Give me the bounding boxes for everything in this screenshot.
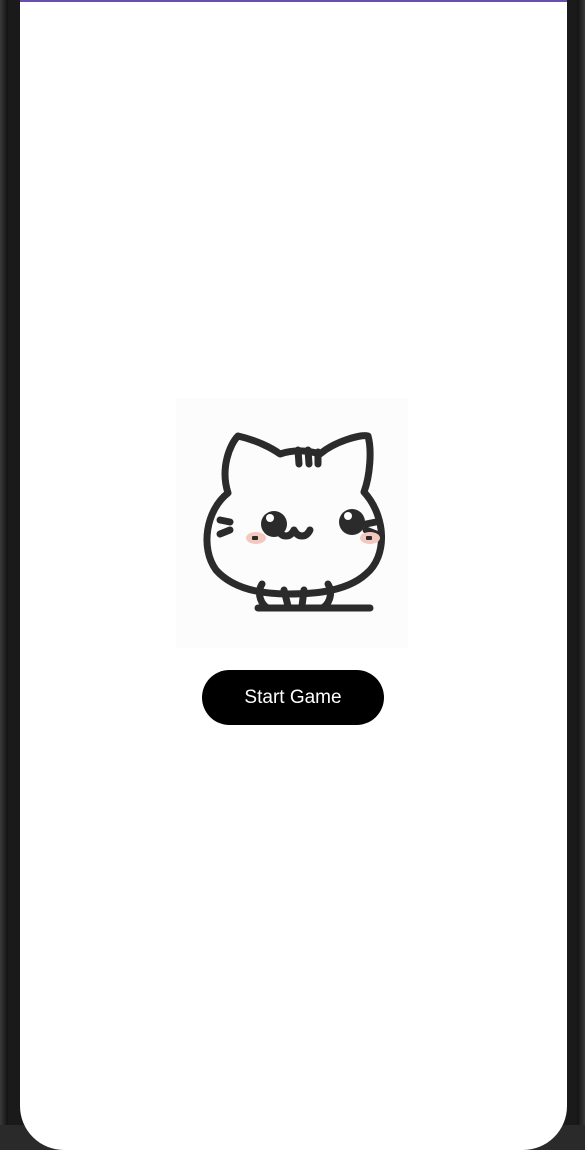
- top-accent-strip: [20, 0, 567, 2]
- device-right-bezel: [577, 0, 585, 1125]
- phone-device-frame: Start Game: [0, 0, 585, 1150]
- app-screen: Start Game: [20, 0, 567, 1150]
- cat-mascot-icon: [203, 432, 385, 612]
- cat-mascot-image: [176, 398, 408, 648]
- start-game-button[interactable]: Start Game: [202, 670, 384, 725]
- device-left-bezel: [0, 0, 8, 1125]
